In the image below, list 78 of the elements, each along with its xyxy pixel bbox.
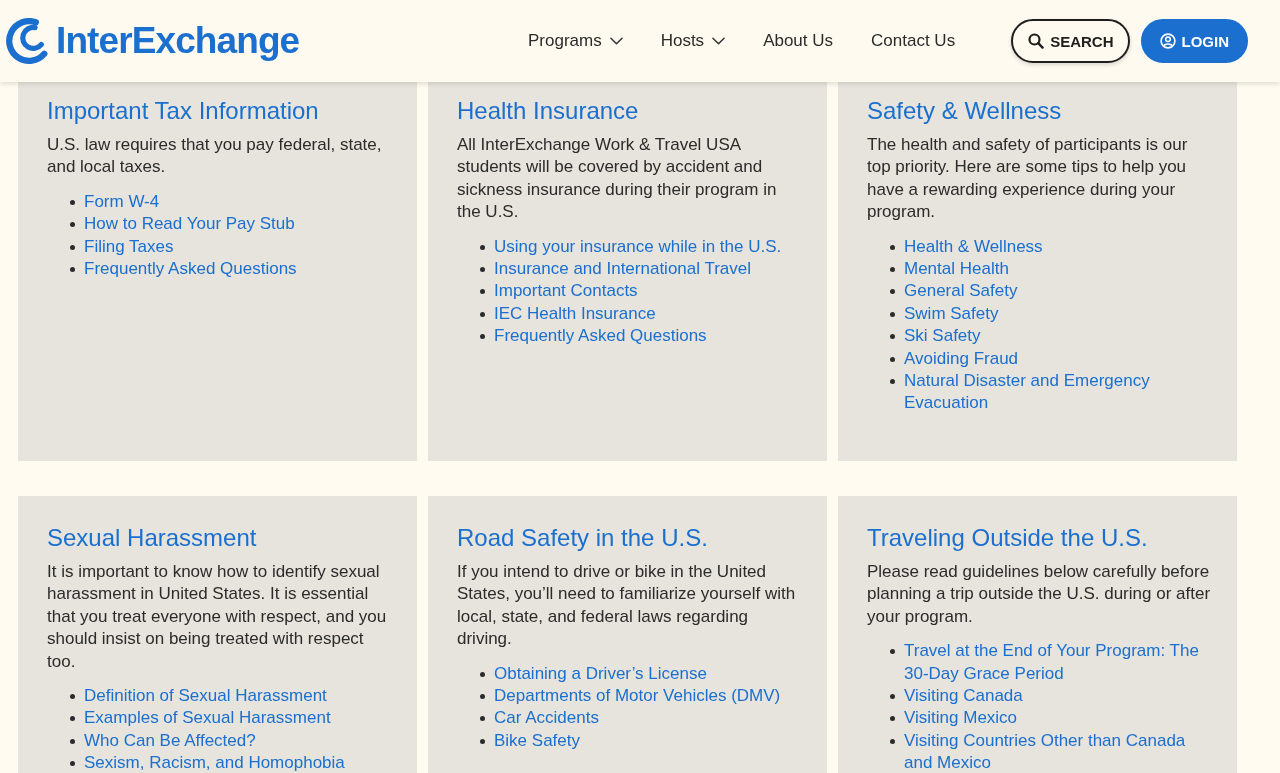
bullet-icon — [890, 356, 895, 362]
card-description: The health and safety of participants is our top priority. Here are some tips to help you have a rewarding experience during your program. — [867, 134, 1189, 224]
bullet-icon — [480, 267, 485, 273]
resource-link[interactable]: Filing Taxes — [84, 235, 174, 259]
login-button[interactable]: LOGIN — [1140, 19, 1248, 63]
bullet-icon — [480, 694, 485, 700]
bullet-icon — [480, 334, 485, 340]
resource-link[interactable]: Form W-4 — [84, 190, 160, 214]
card-title: Health Insurance — [457, 97, 640, 125]
bullet-icon — [480, 289, 485, 295]
resource-link[interactable]: Using your insurance while in the U.S. — [494, 235, 782, 259]
bullet-icon — [480, 311, 485, 317]
bullet-icon — [70, 738, 75, 744]
nav-link[interactable]: Programs — [527, 30, 623, 52]
card-title: Important Tax Information — [47, 97, 320, 125]
resource-link[interactable]: General Safety — [904, 280, 1018, 303]
logo-icon — [6, 18, 50, 64]
home-logo-link[interactable]: InterExchange — [6, 18, 300, 64]
nav-link[interactable]: About Us — [763, 30, 834, 52]
resource-link[interactable]: Definition of Sexual Harassment — [84, 685, 327, 708]
bullet-icon — [70, 694, 75, 700]
resource-link[interactable]: Insurance and International Travel — [494, 258, 752, 281]
resource-link[interactable]: Frequently Asked Questions — [494, 325, 707, 348]
card-title: Traveling Outside the U.S. — [867, 524, 1149, 552]
search-button[interactable]: SEARCH — [1011, 19, 1130, 63]
resource-link[interactable]: Visiting Countries Other than Canada and Mexico — [904, 729, 1213, 773]
bullet-icon — [890, 244, 895, 250]
bullet-icon — [480, 671, 485, 677]
resource-link[interactable]: Visiting Canada — [904, 685, 1023, 708]
bullet-icon — [70, 716, 75, 722]
nav-link[interactable]: Hosts — [660, 30, 726, 52]
search-icon — [1028, 33, 1045, 49]
resource-link[interactable]: Important Contacts — [494, 280, 638, 303]
bullet-icon — [70, 267, 75, 273]
bullet-icon — [480, 716, 485, 722]
resource-link[interactable]: Who Can Be Affected? — [84, 729, 256, 753]
card-description: Please read guidelines below carefully before planning a trip outside the U.S. during or after your program. — [867, 561, 1212, 628]
bullet-icon — [890, 311, 895, 317]
resource-link[interactable]: Swim Safety — [904, 302, 999, 326]
bullet-icon — [890, 334, 895, 340]
card-title: Sexual Harassment — [47, 524, 258, 552]
bullet-icon — [890, 379, 895, 385]
card-title: Safety & Wellness — [867, 97, 1063, 125]
bullet-icon — [70, 761, 75, 767]
resource-link[interactable]: IEC Health Insurance — [494, 302, 656, 326]
user-icon — [1159, 33, 1176, 49]
bullet-icon — [890, 289, 895, 295]
resource-link[interactable]: Ski Safety — [904, 325, 981, 348]
bullet-icon — [70, 222, 75, 228]
card-description: All InterExchange Work & Travel USA students will be covered by accident and sickness insurance during their program in the U.S. — [457, 134, 778, 224]
resource-link[interactable]: Visiting Mexico — [904, 707, 1018, 730]
card-title: Road Safety in the U.S. — [457, 524, 709, 552]
resource-link[interactable]: Health & Wellness — [904, 235, 1043, 259]
bullet-icon — [890, 267, 895, 273]
bullet-icon — [890, 716, 895, 722]
bullet-icon — [480, 244, 485, 250]
bullet-icon — [890, 649, 895, 655]
card-description: It is important to know how to identify sexual harassment in United States. It is essential that you treat everyone with respect, and you should insist on being treated with respect too. — [47, 561, 388, 673]
resource-link[interactable]: Travel at the End of Your Program: The 30-Day Grace Period — [904, 640, 1213, 686]
resource-link[interactable]: Frequently Asked Questions — [84, 258, 297, 281]
resource-link[interactable]: Departments of Motor Vehicles (DMV) — [494, 685, 781, 708]
resource-link[interactable]: Car Accidents — [494, 707, 599, 730]
card-description: U.S. law requires that you pay federal, state, and local taxes. — [47, 134, 383, 179]
resource-link[interactable]: Obtaining a Driver’s License — [494, 662, 707, 686]
resource-link[interactable]: Examples of Sexual Harassment — [84, 707, 331, 730]
resource-link[interactable]: Bike Safety — [494, 729, 580, 753]
bullet-icon — [890, 694, 895, 700]
resource-link[interactable]: Avoiding Fraud — [904, 347, 1019, 371]
resource-link[interactable]: How to Read Your Pay Stub — [84, 213, 295, 236]
bullet-icon — [70, 244, 75, 250]
bullet-icon — [480, 738, 485, 744]
resource-link[interactable]: Natural Disaster and Emergency Evacuation — [904, 370, 1213, 415]
card-description: If you intend to drive or bike in the United States, you’ll need to familiarize yourself with local, state, and federal laws regarding driving. — [457, 561, 797, 651]
resource-link[interactable]: Sexism, Racism, and Homophobia — [84, 752, 345, 773]
resource-link[interactable]: Mental Health — [904, 258, 1009, 281]
nav-link[interactable]: Contact Us — [871, 30, 956, 52]
bullet-icon — [70, 199, 75, 205]
bullet-icon — [890, 738, 895, 744]
